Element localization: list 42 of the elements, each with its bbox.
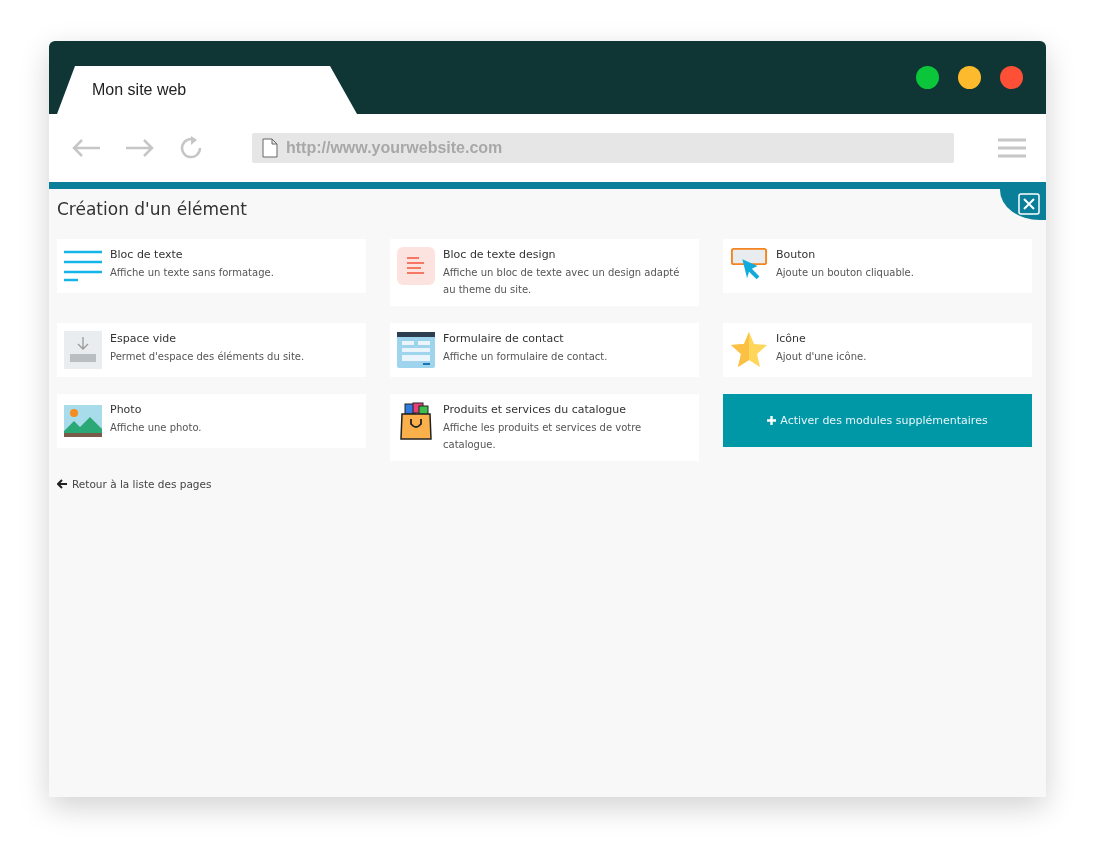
- landscape-icon: [64, 405, 102, 437]
- element-card[interactable]: Bouton Ajoute un bouton cliquable.: [723, 239, 1032, 293]
- element-description: Affiche un bloc de texte avec un design adapté au theme du site.: [443, 266, 681, 297]
- element-card[interactable]: Espace vide Permet d'espace des éléments du site.: [57, 323, 366, 377]
- document-icon: [262, 138, 278, 158]
- element-description: Affiche les produits et services de votre catalogue.: [443, 421, 643, 452]
- element-title: Formulaire de contact: [443, 332, 565, 345]
- form-window-icon: [397, 331, 435, 369]
- text-lines-icon: [397, 247, 435, 285]
- url-text: http://www.yourwebsite.com: [286, 139, 503, 157]
- panel-title: Création d'un élément: [57, 199, 248, 219]
- element-title: Espace vide: [110, 332, 178, 345]
- element-card[interactable]: Icône Ajout d'une icône.: [723, 323, 1032, 377]
- element-title: Bloc de texte: [110, 248, 184, 261]
- element-description: Ajout d'une icône.: [776, 350, 867, 364]
- element-description: Affiche une photo.: [110, 421, 202, 435]
- element-title: Icône: [776, 332, 807, 345]
- element-description: Affiche un texte sans formatage.: [110, 266, 274, 280]
- plus-icon: [767, 416, 777, 425]
- lines-icon: [64, 250, 102, 282]
- element-title: Bloc de texte design: [443, 248, 557, 261]
- shopping-bag-icon: [399, 402, 433, 440]
- close-icon[interactable]: [1018, 193, 1040, 215]
- maximize-icon[interactable]: [916, 66, 939, 89]
- close-icon[interactable]: [1000, 66, 1023, 89]
- download-icon: [64, 331, 102, 369]
- tab-title: Mon site web: [92, 81, 187, 99]
- element-card[interactable]: Bloc de texte Affiche un texte sans formatage.: [57, 239, 366, 293]
- element-description: Ajoute un bouton cliquable.: [776, 266, 914, 280]
- element-card[interactable]: Photo Affiche une photo.: [57, 394, 366, 448]
- element-title: Bouton: [776, 248, 817, 261]
- element-title: Produits et services du catalogue: [443, 403, 627, 416]
- element-title: Photo: [110, 403, 143, 416]
- element-description: Affiche un formulaire de contact.: [443, 350, 608, 364]
- element-card[interactable]: Produits et services du catalogue Affiche les produits et services de votre catalogue.: [390, 394, 699, 461]
- arrow-left-icon: [57, 479, 67, 489]
- star-icon: [730, 331, 768, 369]
- minimize-icon[interactable]: [958, 66, 981, 89]
- element-description: Permet d'espace des éléments du site.: [110, 350, 305, 364]
- browser-tab[interactable]: Mon site web: [57, 66, 357, 114]
- element-card[interactable]: Bloc de texte design Affiche un bloc de texte avec un design adapté au theme du site.: [390, 239, 699, 306]
- element-card[interactable]: Formulaire de contact Affiche un formulaire de contact.: [390, 323, 699, 377]
